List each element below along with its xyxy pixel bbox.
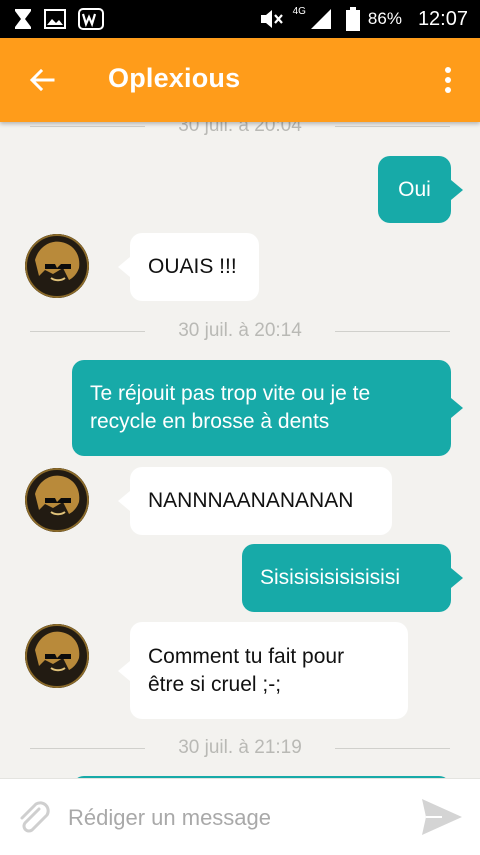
clock: 12:07 (417, 7, 468, 30)
date-divider-text: 30 juil. à 20:04 (178, 122, 302, 136)
conversation-title: Oplexious (108, 63, 241, 93)
wattpad-w-icon (78, 8, 104, 30)
message-text: OUAIS !!! (148, 255, 237, 278)
message-bubble-outgoing[interactable]: Sisisisisisisisisi (242, 544, 463, 612)
message-input[interactable] (66, 797, 400, 839)
message-text: NANNNAANANANAN (148, 489, 354, 512)
status-bar: 4G 86% 12:07 (0, 0, 480, 38)
battery-icon (345, 7, 360, 31)
avatar-portrait-icon (25, 624, 89, 688)
contact-avatar[interactable] (25, 468, 89, 532)
app-bar: Oplexious (0, 38, 480, 122)
arrow-back-icon (29, 68, 55, 92)
signal-icon (310, 9, 331, 29)
message-bubble-outgoing[interactable]: Te réjouit pas trop vite ou je te recycl… (72, 360, 463, 456)
date-divider: 30 juil. à 21:19 (30, 738, 450, 758)
attach-button[interactable] (14, 799, 54, 839)
message-bubble-outgoing[interactable]: Oui (378, 156, 463, 223)
more-vert-icon (445, 67, 451, 93)
contact-avatar[interactable] (25, 624, 89, 688)
paperclip-icon (20, 801, 50, 833)
message-text-line: recycle en brosse à dents (90, 410, 330, 433)
date-divider: 30 juil. à 20:04 (30, 122, 450, 136)
message-text-line: Te réjouit pas trop vite ou je te (90, 382, 371, 405)
image-icon (44, 9, 66, 29)
mute-icon (260, 10, 283, 28)
message-text-line: être si cruel ;-; (148, 673, 282, 696)
message-text: Sisisisisisisisisi (260, 566, 400, 589)
battery-percent: 86% (367, 9, 402, 28)
back-button[interactable] (22, 60, 62, 100)
message-text: Oui (398, 178, 431, 201)
date-divider: 30 juil. à 20:14 (30, 321, 450, 341)
hourglass-icon (15, 9, 31, 29)
network-type: 4G (292, 5, 306, 17)
message-bubble-incoming[interactable]: OUAIS !!! (118, 233, 259, 301)
message-bubble-incoming[interactable]: NANNNAANANANAN (118, 467, 392, 535)
contact-avatar[interactable] (25, 234, 89, 298)
message-list[interactable]: 30 juil. à 20:04 Oui OUAIS !!! 30 juil. … (0, 122, 480, 778)
overflow-menu-button[interactable] (438, 60, 458, 100)
compose-bar (0, 778, 480, 855)
message-text-line: Comment tu fait pour (148, 645, 345, 668)
send-button[interactable] (420, 797, 464, 837)
avatar-portrait-icon (25, 234, 89, 298)
avatar-portrait-icon (25, 468, 89, 532)
message-bubble-incoming[interactable]: Comment tu fait pour être si cruel ;-; (118, 622, 408, 719)
send-icon (422, 799, 462, 835)
